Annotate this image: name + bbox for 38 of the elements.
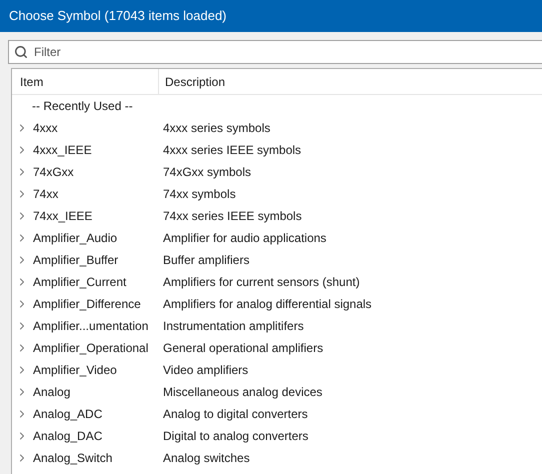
- library-name[interactable]: Analog_DAC: [33, 427, 102, 445]
- library-name[interactable]: 4xxx_IEEE: [33, 141, 92, 159]
- library-name[interactable]: Amplifier_Current: [33, 273, 126, 291]
- window-title: Choose Symbol (17043 items loaded): [9, 7, 227, 26]
- library-description: Analog to digital converters: [162, 406, 308, 423]
- library-name[interactable]: 74xx_IEEE: [33, 207, 92, 225]
- library-description: Analog switches: [162, 450, 250, 467]
- library-name[interactable]: Analog_Switch: [33, 449, 112, 467]
- library-description: 74xx series IEEE symbols: [162, 208, 302, 225]
- library-name[interactable]: 74xx: [33, 185, 58, 203]
- library-description: Instrumentation amplitifers: [162, 318, 304, 335]
- library-description: 74xGxx symbols: [162, 164, 252, 181]
- column-header[interactable]: Description: [159, 69, 226, 94]
- group-label: -- Recently Used --: [31, 98, 133, 115]
- library-description: Amplifiers for current sensors (shunt): [162, 274, 360, 291]
- library-description: Amplifier for audio applications: [162, 230, 326, 247]
- library-name[interactable]: Amplifier_Operational: [33, 339, 148, 357]
- filter-field[interactable]: Filter: [8, 40, 542, 64]
- library-description: General operational amplifiers: [162, 340, 324, 357]
- library-name[interactable]: Analog: [33, 383, 70, 401]
- library-description: Video amplifiers: [162, 362, 248, 379]
- search-icon: [14, 45, 28, 59]
- library-name[interactable]: 74xGxx: [33, 163, 74, 181]
- column-header[interactable]: Item: [12, 69, 159, 94]
- library-name[interactable]: Amplifier_Buffer: [33, 251, 118, 269]
- library-description: 4xxx series symbols: [162, 120, 270, 137]
- library-name[interactable]: 4xxx: [33, 119, 58, 137]
- library-name[interactable]: Amplifier_Video: [33, 361, 117, 379]
- library-description: Buffer amplifiers: [162, 252, 250, 269]
- library-name[interactable]: Analog_ADC: [33, 405, 102, 423]
- library-name[interactable]: Amplifier...umentation: [33, 317, 148, 335]
- library-name[interactable]: Amplifier_Audio: [33, 229, 118, 247]
- library-description: Miscellaneous analog devices: [162, 384, 322, 401]
- library-description: Amplifiers for analog differential signals: [162, 296, 372, 313]
- library-description: 4xxx series IEEE symbols: [162, 142, 302, 159]
- library-description: 74xx symbols: [162, 186, 236, 203]
- library-description: Digital to analog converters: [162, 428, 308, 445]
- library-name[interactable]: Amplifier_Difference: [33, 295, 141, 313]
